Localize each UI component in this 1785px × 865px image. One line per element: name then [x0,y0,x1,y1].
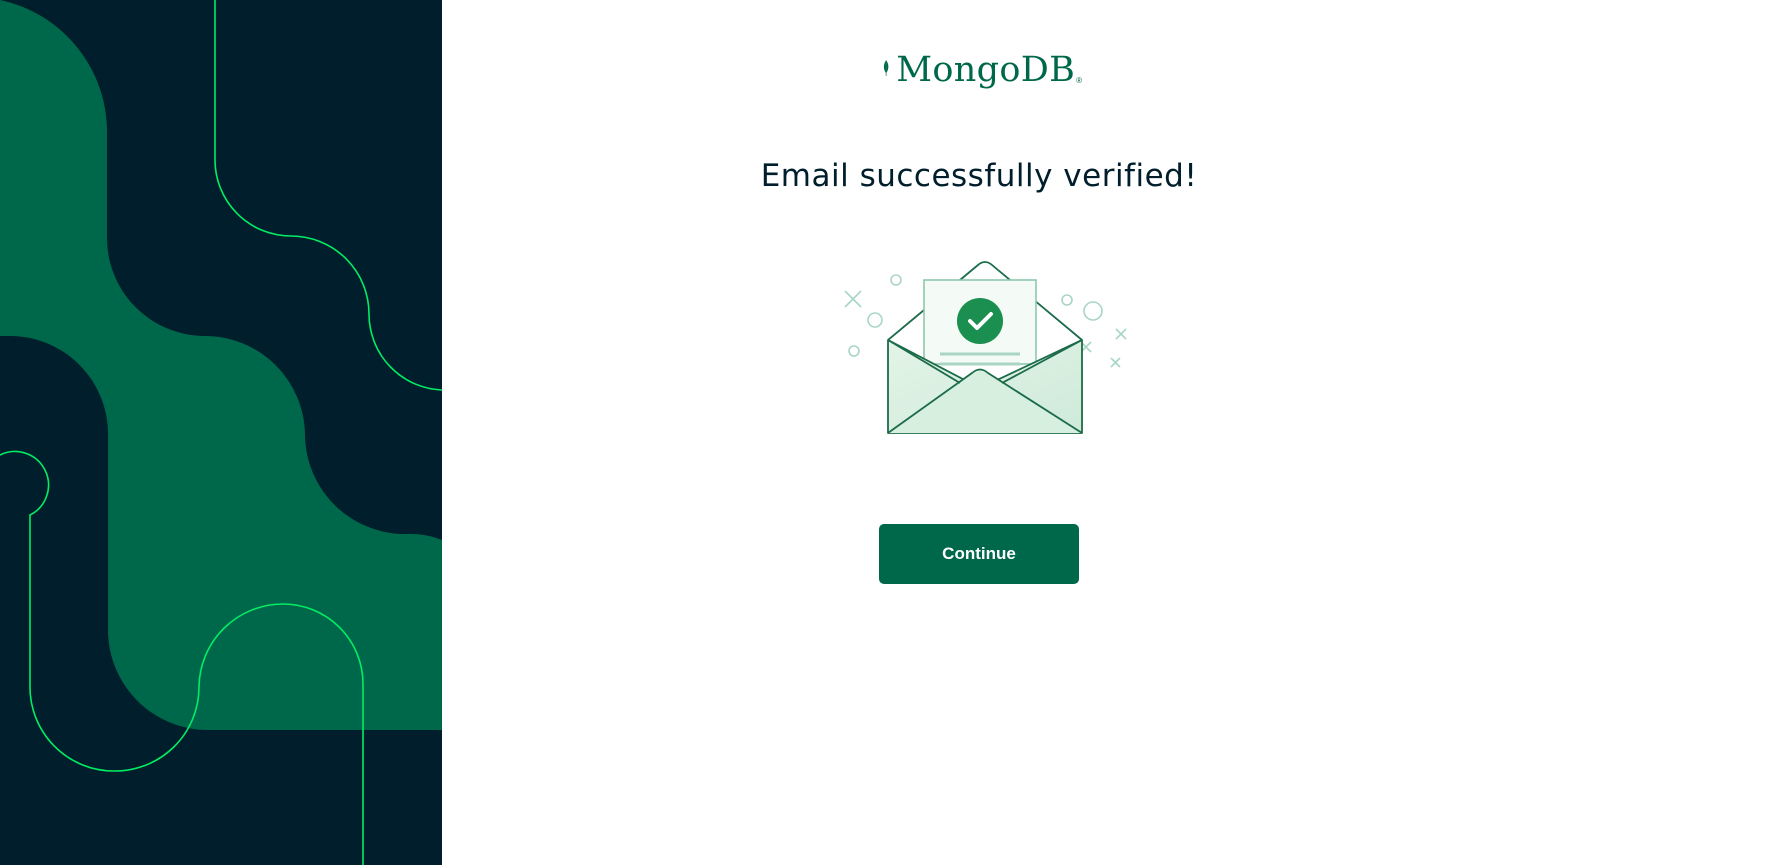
envelope-with-check-icon [844,261,1127,434]
logo-wordmark: MongoDB [896,49,1076,90]
main-content: MongoDB ® Email successfully verified! C… [442,0,1785,865]
registered-mark: ® [1076,75,1082,85]
decorative-side-panel [0,0,442,865]
leaf-icon [883,60,889,76]
decorative-pattern [0,0,442,865]
content-column: MongoDB ® Email successfully verified! C… [442,0,1516,865]
green-shape [0,0,442,730]
verification-page: MongoDB ® Email successfully verified! C… [0,0,1785,865]
accent-line-top [214,0,442,391]
continue-button[interactable]: Continue [879,524,1079,584]
page-title: Email successfully verified! [760,158,1198,194]
mongodb-logo: MongoDB ® [882,42,1082,94]
